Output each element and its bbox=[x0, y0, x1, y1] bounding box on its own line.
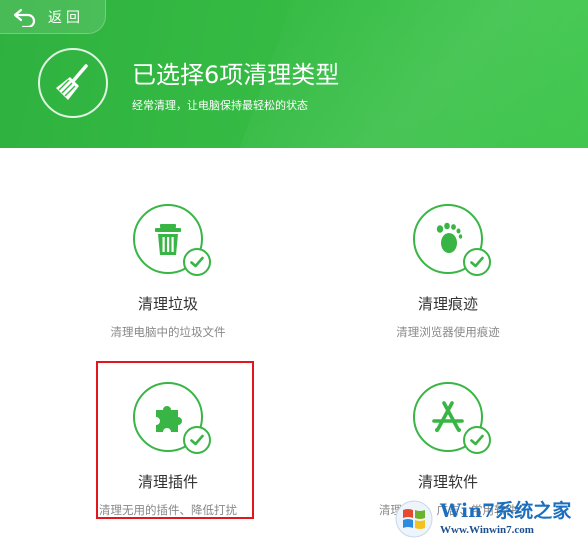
windows-logo-icon bbox=[395, 500, 433, 538]
icon-ring-junk[interactable] bbox=[133, 204, 211, 276]
card-clean-junk[interactable]: 清理垃圾 清理电脑中的垃圾文件 bbox=[68, 204, 268, 354]
check-icon bbox=[470, 434, 484, 446]
back-button[interactable]: 返回 bbox=[0, 0, 106, 34]
broom-icon bbox=[56, 64, 88, 100]
footprint-icon bbox=[436, 222, 463, 253]
check-icon bbox=[470, 256, 484, 268]
checkmark-badge[interactable] bbox=[463, 426, 491, 454]
site-watermark: Win7系统之家 Www.Winwin7.com bbox=[394, 496, 584, 542]
card-title: 清理软件 bbox=[417, 473, 478, 491]
card-clean-traces[interactable]: 清理痕迹 清理浏览器使用痕迹 bbox=[348, 204, 548, 354]
back-label: 返回 bbox=[48, 9, 84, 26]
icon-ring-software[interactable] bbox=[413, 382, 491, 454]
checkmark-badge[interactable] bbox=[463, 248, 491, 276]
watermark-text: Win7系统之家 Www.Winwin7.com bbox=[440, 502, 571, 536]
card-title: 清理痕迹 bbox=[417, 295, 478, 313]
card-desc: 清理浏览器使用痕迹 bbox=[396, 325, 500, 339]
page-subtitle: 经常清理，让电脑保持最轻松的状态 bbox=[132, 99, 308, 112]
trash-icon bbox=[155, 224, 181, 255]
watermark-url: Www.Winwin7.com bbox=[440, 524, 534, 536]
watermark-brand: Win7系统之家 bbox=[440, 500, 572, 522]
back-arrow-icon bbox=[13, 8, 36, 27]
checkmark-badge[interactable] bbox=[183, 248, 211, 276]
broom-logo bbox=[38, 48, 108, 118]
icon-ring-traces[interactable] bbox=[413, 204, 491, 276]
card-desc: 清理电脑中的垃圾文件 bbox=[110, 325, 226, 339]
app-store-icon bbox=[432, 401, 464, 432]
page-title: 已选择6项清理类型 bbox=[132, 61, 340, 89]
card-title: 清理垃圾 bbox=[137, 295, 198, 313]
check-icon bbox=[190, 256, 204, 268]
header-banner: 返回 已选择6项清理类型 经常清理，让电脑保持最轻松的状态 bbox=[0, 0, 588, 148]
highlight-frame bbox=[96, 361, 254, 519]
